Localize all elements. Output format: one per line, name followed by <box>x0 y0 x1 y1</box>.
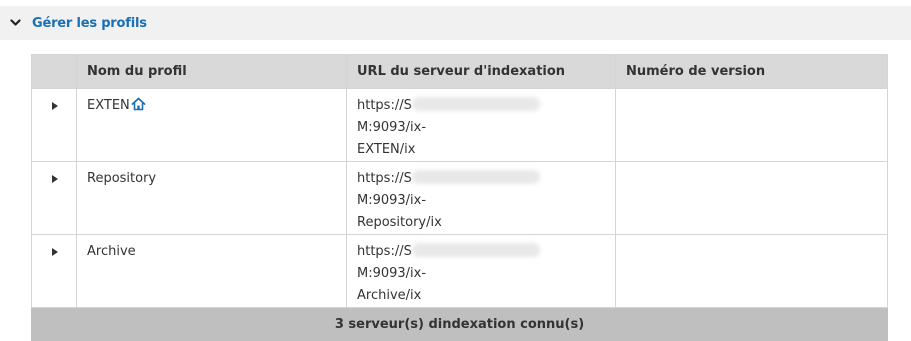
table-row[interactable]: EXTEN https://S M:9093/ix- EXTEN/ix <box>31 88 888 162</box>
url-suffix: M:9093/ix- <box>357 120 427 135</box>
column-header-version[interactable]: Numéro de version <box>615 54 888 89</box>
index-server-url-cell: https://S M:9093/ix- Archive/ix <box>346 234 616 308</box>
section-title[interactable]: Gérer les profils <box>32 16 147 31</box>
profiles-table: Nom du profil URL du serveur d'indexatio… <box>31 54 888 341</box>
url-path: Archive/ix <box>357 288 422 303</box>
profile-name-cell: Archive <box>76 234 347 308</box>
column-header-profile-name[interactable]: Nom du profil <box>76 54 347 89</box>
url-path: Repository/ix <box>357 215 442 230</box>
row-expander-cell[interactable] <box>31 161 77 235</box>
profile-name-cell: Repository <box>76 161 347 235</box>
expand-arrow-icon[interactable] <box>52 248 58 256</box>
server-count-footer: 3 serveur(s) dindexation connu(s) <box>31 307 888 341</box>
url-prefix: https://S <box>357 244 412 259</box>
version-cell <box>615 161 888 235</box>
column-header-expand <box>31 54 77 89</box>
url-prefix: https://S <box>357 98 412 113</box>
url-prefix: https://S <box>357 171 412 186</box>
url-suffix: M:9093/ix- <box>357 193 427 208</box>
home-icon <box>131 97 146 111</box>
version-cell <box>615 234 888 308</box>
redacted-host <box>411 243 540 257</box>
url-path: EXTEN/ix <box>357 142 416 157</box>
index-server-url-cell: https://S M:9093/ix- EXTEN/ix <box>346 88 616 162</box>
table-row[interactable]: Archive https://S M:9093/ix- Archive/ix <box>31 234 888 308</box>
table-header-row: Nom du profil URL du serveur d'indexatio… <box>31 54 888 89</box>
version-cell <box>615 88 888 162</box>
profile-name-cell: EXTEN <box>76 88 347 162</box>
table-footer-row: 3 serveur(s) dindexation connu(s) <box>31 307 888 341</box>
row-expander-cell[interactable] <box>31 234 77 308</box>
profile-name: Archive <box>87 244 136 259</box>
expand-arrow-icon[interactable] <box>52 175 58 183</box>
table-row[interactable]: Repository https://S M:9093/ix- Repositor… <box>31 161 888 235</box>
redacted-host <box>411 170 540 184</box>
index-server-url-cell: https://S M:9093/ix- Repository/ix <box>346 161 616 235</box>
profile-name: Repository <box>87 171 157 186</box>
expand-arrow-icon[interactable] <box>52 102 58 110</box>
url-suffix: M:9093/ix- <box>357 266 427 281</box>
row-expander-cell[interactable] <box>31 88 77 162</box>
manage-profiles-toggle[interactable]: Gérer les profils <box>0 6 911 40</box>
chevron-down-icon <box>9 17 21 29</box>
column-header-index-server-url[interactable]: URL du serveur d'indexation <box>346 54 616 89</box>
redacted-host <box>411 97 540 111</box>
profile-name: EXTEN <box>87 98 130 113</box>
